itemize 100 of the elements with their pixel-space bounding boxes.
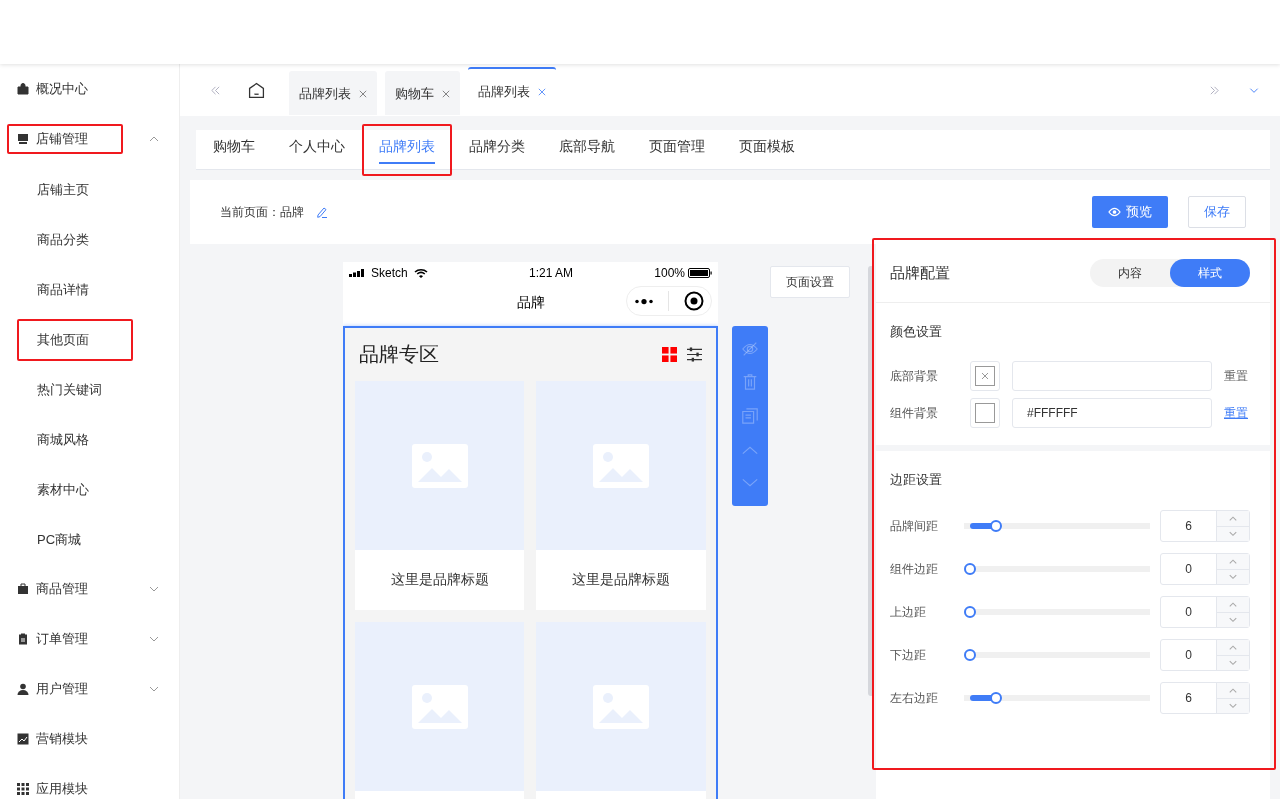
reset-link[interactable]: 重置 bbox=[1224, 404, 1248, 422]
preview-button[interactable]: 预览 bbox=[1092, 196, 1168, 228]
close-icon[interactable] bbox=[359, 90, 367, 98]
field-label: 上边距 bbox=[890, 603, 927, 621]
slider-thumb[interactable] bbox=[964, 563, 976, 575]
color-input[interactable] bbox=[1012, 361, 1212, 391]
slider[interactable] bbox=[964, 606, 1150, 618]
line-chart-icon bbox=[17, 733, 29, 745]
chevron-down-icon[interactable] bbox=[149, 686, 159, 692]
shopping-bag-icon bbox=[17, 83, 29, 95]
battery-percentage: 100% bbox=[654, 266, 685, 280]
tab[interactable]: 底部导航 bbox=[542, 124, 632, 176]
tab[interactable]: 购物车 bbox=[196, 124, 272, 176]
panel-title: 品牌配置 bbox=[890, 263, 950, 283]
capsule-menu[interactable] bbox=[626, 286, 712, 316]
sidebar-item[interactable]: 商品管理 bbox=[7, 574, 123, 604]
double-chevron-right-icon[interactable] bbox=[1209, 84, 1220, 96]
sidebar-item[interactable]: 素材中心 bbox=[17, 469, 133, 511]
sidebar-item[interactable]: PC商城 bbox=[17, 519, 133, 561]
segment[interactable]: 内容 bbox=[1090, 259, 1170, 287]
store-icon bbox=[17, 133, 29, 145]
field-label: 下边距 bbox=[890, 646, 927, 664]
status-time: 1:21 AM bbox=[529, 266, 573, 280]
chevron-down-icon[interactable] bbox=[149, 636, 159, 642]
empty-swatch-icon bbox=[975, 366, 995, 386]
sidebar-item[interactable]: 店铺主页 bbox=[17, 169, 133, 211]
tab[interactable]: 页面模板 bbox=[722, 124, 812, 176]
sidebar-item[interactable]: 应用模块 bbox=[7, 774, 123, 799]
page-title: 品牌 bbox=[516, 294, 545, 312]
chevron-down-icon[interactable] bbox=[149, 586, 159, 592]
chevron-up-icon[interactable] bbox=[149, 136, 159, 142]
target-icon[interactable] bbox=[683, 291, 704, 311]
color-swatch bbox=[975, 403, 995, 423]
section-heading: 边距设置 bbox=[890, 471, 943, 489]
wifi-icon bbox=[413, 268, 428, 278]
color-picker[interactable] bbox=[970, 361, 1000, 391]
tab[interactable]: 页面管理 bbox=[632, 124, 722, 176]
number-input[interactable]: 0 bbox=[1160, 639, 1250, 671]
brand-title: 这里是品牌标题 bbox=[572, 571, 670, 589]
double-chevron-left-icon[interactable] bbox=[210, 84, 221, 96]
close-icon[interactable] bbox=[442, 90, 450, 98]
sidebar-item[interactable]: 店铺管理 bbox=[7, 124, 123, 154]
briefcase-icon bbox=[17, 583, 29, 595]
tab[interactable]: 品牌列表 bbox=[362, 124, 452, 176]
page-tab[interactable]: 品牌列表 bbox=[289, 71, 377, 115]
field-label: 左右边距 bbox=[890, 689, 939, 707]
color-input[interactable]: #FFFFFF bbox=[1012, 398, 1212, 428]
field-label: 组件边距 bbox=[890, 560, 939, 578]
number-input[interactable]: 6 bbox=[1160, 510, 1250, 542]
home-icon[interactable] bbox=[248, 81, 265, 99]
sliders-icon[interactable] bbox=[687, 347, 702, 362]
section-heading: 颜色设置 bbox=[890, 323, 943, 341]
sidebar-item[interactable]: 概况中心 bbox=[7, 74, 123, 104]
eye-icon bbox=[1108, 207, 1121, 217]
sidebar-item[interactable]: 营销模块 bbox=[7, 724, 123, 754]
field-label: 品牌间距 bbox=[890, 517, 939, 535]
grid-icon[interactable] bbox=[662, 347, 677, 362]
more-icon[interactable] bbox=[634, 297, 655, 305]
page-settings-button[interactable]: 页面设置 bbox=[770, 266, 850, 298]
tab[interactable]: 个人中心 bbox=[272, 124, 362, 176]
close-icon[interactable] bbox=[538, 88, 546, 96]
sidebar-item[interactable]: 用户管理 bbox=[7, 674, 123, 704]
slider[interactable] bbox=[964, 520, 1150, 532]
grid-icon bbox=[17, 783, 29, 795]
segment[interactable]: 样式 bbox=[1170, 259, 1250, 287]
number-input[interactable]: 0 bbox=[1160, 553, 1250, 585]
clipboard-icon bbox=[17, 633, 29, 645]
signal-icon bbox=[349, 269, 365, 277]
save-button[interactable]: 保存 bbox=[1188, 196, 1246, 228]
sidebar-item[interactable]: 热门关键词 bbox=[17, 369, 133, 411]
copy-icon[interactable] bbox=[741, 407, 759, 425]
slider-thumb[interactable] bbox=[964, 606, 976, 618]
field-label: 底部背景 bbox=[890, 367, 939, 385]
brand-section[interactable]: 品牌专区 这里是品牌标题 这里是品牌标题 bbox=[343, 326, 718, 799]
brand-card[interactable]: 这里是品牌标题 bbox=[536, 381, 706, 610]
slider[interactable] bbox=[964, 692, 1150, 704]
slider-thumb[interactable] bbox=[990, 520, 1003, 532]
battery-icon bbox=[688, 268, 712, 278]
carrier-label: Sketch bbox=[371, 266, 408, 280]
slider[interactable] bbox=[964, 649, 1150, 661]
sidebar-item[interactable]: 其他页面 bbox=[17, 319, 133, 361]
slider-thumb[interactable] bbox=[990, 692, 1003, 704]
sidebar-item[interactable]: 商城风格 bbox=[17, 419, 133, 461]
number-input[interactable]: 0 bbox=[1160, 596, 1250, 628]
page-tab[interactable]: 购物车 bbox=[385, 71, 460, 115]
field-label: 组件背景 bbox=[890, 404, 939, 422]
slider[interactable] bbox=[964, 563, 1150, 575]
number-input[interactable]: 6 bbox=[1160, 682, 1250, 714]
sidebar-item[interactable]: 订单管理 bbox=[7, 624, 123, 654]
user-icon bbox=[17, 683, 29, 695]
trash-icon[interactable] bbox=[741, 373, 759, 392]
section-title: 品牌专区 bbox=[359, 342, 440, 367]
sidebar-item[interactable]: 商品分类 bbox=[17, 219, 133, 261]
sidebar-item[interactable]: 商品详情 bbox=[17, 269, 133, 311]
pencil-icon[interactable] bbox=[316, 206, 328, 218]
color-picker[interactable] bbox=[970, 398, 1000, 428]
scrollbar[interactable] bbox=[868, 266, 874, 696]
slider-thumb[interactable] bbox=[964, 649, 976, 661]
tab[interactable]: 品牌分类 bbox=[452, 124, 542, 176]
brand-card[interactable]: 这里是品牌标题 bbox=[355, 381, 524, 610]
